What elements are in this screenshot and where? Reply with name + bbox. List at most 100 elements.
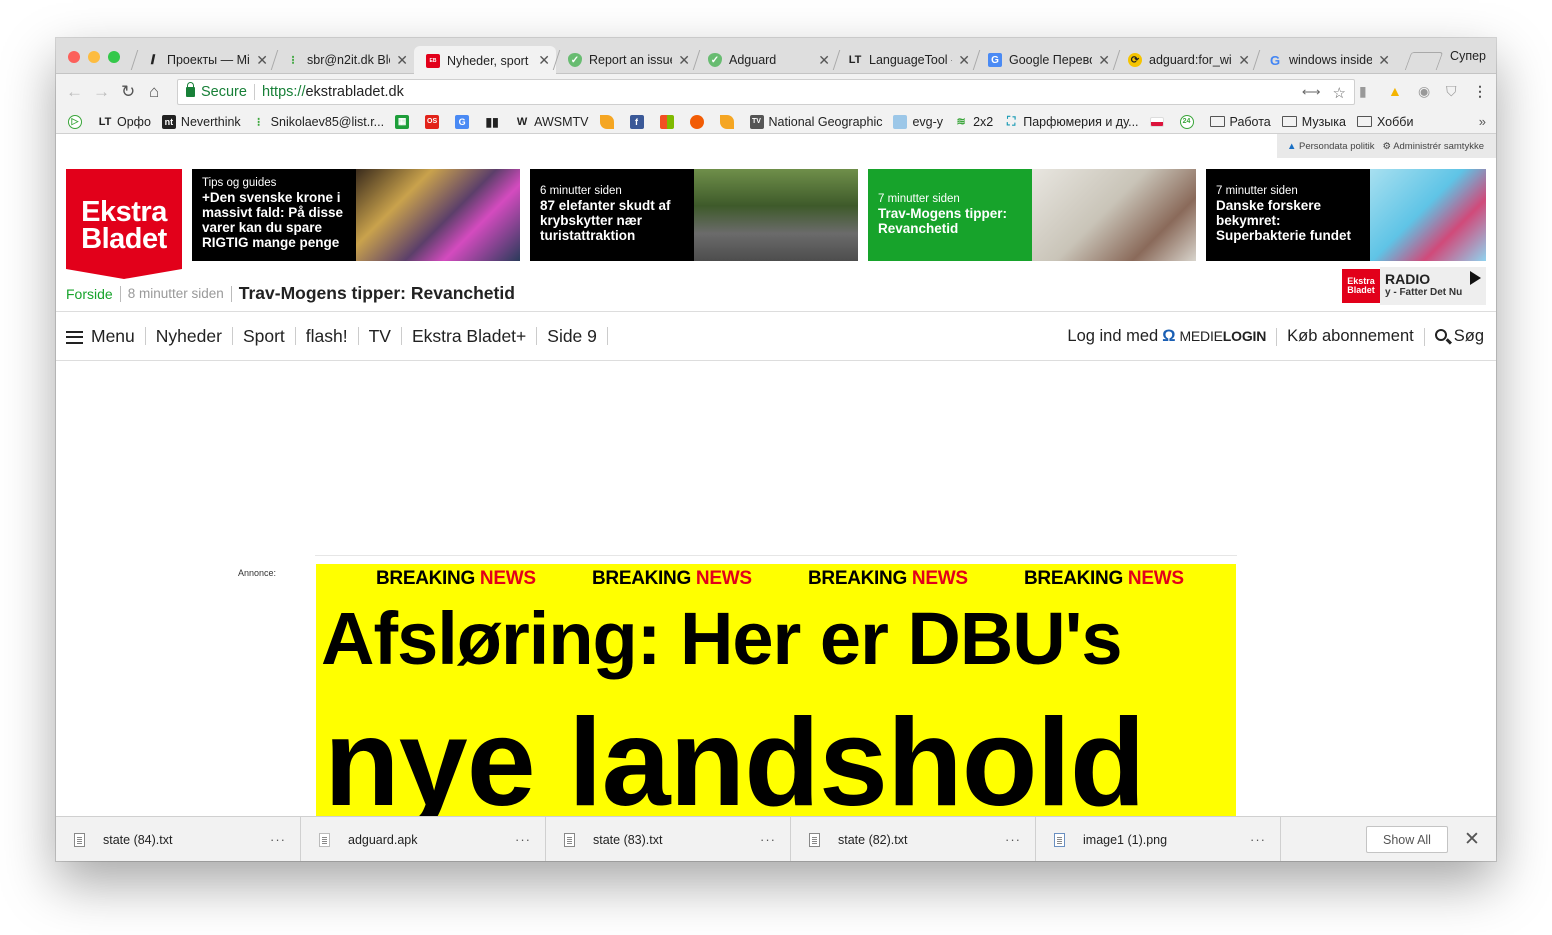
download-item[interactable]: image1 (1).png ···	[1036, 817, 1281, 861]
close-tab-icon[interactable]: ✕	[818, 52, 830, 69]
translate-icon[interactable]: ⟷	[1302, 84, 1321, 102]
breadcrumb-home-link[interactable]: Forside	[66, 286, 113, 302]
minimize-window-button[interactable]	[88, 51, 100, 63]
bookmark-star-icon[interactable]: ☆	[1333, 84, 1346, 102]
tab-3[interactable]: ✓ Report an issue ✕	[552, 46, 696, 74]
bookmark-item[interactable]	[599, 114, 619, 129]
ekstrabladet-logo[interactable]: Ekstra Bladet	[66, 169, 182, 279]
close-tab-icon[interactable]: ✕	[538, 52, 550, 69]
radio-player[interactable]: Ekstra Bladet RADIO y - Fatter Det Nu	[1342, 267, 1486, 305]
reload-icon[interactable]: ↻	[121, 82, 135, 102]
teaser-card[interactable]: Tips og guides +Den svenske krone i mass…	[192, 169, 520, 261]
breadcrumb-article-link[interactable]: Trav-Mogens tipper: Revanchetid	[239, 283, 515, 304]
tab-5[interactable]: LT LanguageTool - ✕	[832, 46, 976, 74]
bookmark-item[interactable]: ▦	[395, 114, 414, 129]
nav-item-nyheder[interactable]: Nyheder	[146, 327, 233, 345]
tab-8[interactable]: G windows inside ✕	[1252, 46, 1396, 74]
bookmark-item[interactable]: evg-y	[893, 114, 943, 129]
close-tab-icon[interactable]: ✕	[1378, 52, 1390, 69]
teaser-headline: Trav-Mogens tipper: Revanchetid	[878, 206, 1008, 236]
bookmark-item[interactable]	[659, 114, 679, 129]
bookmark-item[interactable]: nt Neverthink	[161, 114, 241, 129]
new-tab-button[interactable]	[1404, 52, 1444, 70]
bookmark-item[interactable]: TV National Geographic	[749, 114, 882, 129]
close-tab-icon[interactable]: ✕	[1238, 52, 1250, 69]
text-file-icon	[564, 832, 575, 847]
close-window-button[interactable]	[68, 51, 80, 63]
google-drive-icon[interactable]: ▲	[1388, 83, 1402, 99]
zoom-window-button[interactable]	[108, 51, 120, 63]
bookmarks-bar: ▷ LT Орфо nt Neverthink ⁝ Snikolaev85@list.…	[56, 110, 1496, 134]
advertisement-banner[interactable]: BREAKING NEWS BREAKING NEWS BREAKING NEW…	[316, 564, 1236, 816]
home-icon[interactable]: ⌂	[149, 82, 159, 102]
gear-icon: ⚙	[1382, 140, 1392, 152]
teaser-image	[694, 169, 858, 261]
bookmarks-overflow-button[interactable]: »	[1479, 114, 1486, 129]
bookmark-item[interactable]	[1149, 116, 1169, 127]
profile-button[interactable]: Супер	[1450, 49, 1486, 63]
back-arrow-icon[interactable]: ←	[66, 82, 83, 102]
bookmark-item[interactable]: ▷	[68, 114, 87, 129]
close-tab-icon[interactable]: ✕	[256, 52, 268, 69]
bookmark-item[interactable]: W AWSMTV	[515, 115, 589, 129]
download-item[interactable]: state (83).txt ···	[546, 817, 791, 861]
tab-6[interactable]: G Google Перевод ✕	[972, 46, 1116, 74]
nav-item-sport[interactable]: Sport	[233, 327, 296, 345]
nav-item-tv[interactable]: TV	[359, 327, 402, 345]
more-options-icon[interactable]: ···	[1250, 832, 1266, 847]
tab-2-active[interactable]: EB Nyheder, sport ✕	[414, 46, 556, 75]
more-options-icon[interactable]: ···	[270, 832, 286, 847]
search-button[interactable]: Søg	[1434, 327, 1484, 346]
tab-0[interactable]: 𝑰 Проекты — Mi ✕	[130, 46, 274, 74]
facebook-icon: f	[629, 114, 644, 129]
bookmark-item[interactable]: f	[629, 114, 649, 129]
nav-item-flash[interactable]: flash!	[296, 327, 359, 345]
address-bar[interactable]: Secure https:// ekstrabladet.dk ⟷ ☆	[177, 79, 1355, 105]
forward-arrow-icon[interactable]: →	[93, 82, 110, 102]
download-item[interactable]: state (84).txt ···	[56, 817, 301, 861]
bookmark-item[interactable]: ≋ 2x2	[954, 115, 993, 129]
close-icon[interactable]: ✕	[1464, 828, 1480, 851]
teaser-card[interactable]: 7 minutter siden Danske forskere bekymre…	[1206, 169, 1486, 261]
close-tab-icon[interactable]: ✕	[396, 52, 408, 69]
tab-1[interactable]: ⁝ sbr@n2it.dk Blc ✕	[270, 46, 414, 74]
tab-strip: 𝑰 Проекты — Mi ✕ ⁝ sbr@n2it.dk Blc ✕ EB …	[56, 38, 1496, 75]
nav-item-side9[interactable]: Side 9	[537, 327, 608, 345]
extension-circle-icon[interactable]: ◉	[1418, 83, 1430, 100]
teaser-card[interactable]: 6 minutter siden 87 elefanter skudt af k…	[530, 169, 858, 261]
close-tab-icon[interactable]: ✕	[678, 52, 690, 69]
nav-item-ekstrabladet-plus[interactable]: Ekstra Bladet+	[402, 327, 538, 345]
close-tab-icon[interactable]: ✕	[958, 52, 970, 69]
bookmark-item[interactable]: ▮▮	[485, 115, 504, 129]
bookmark-item[interactable]: 24	[1179, 114, 1199, 129]
bookmark-folder[interactable]: Музыка	[1281, 115, 1346, 129]
adguard-extension-icon[interactable]: ⛉	[1446, 83, 1457, 100]
download-item[interactable]: state (82).txt ···	[791, 817, 1036, 861]
close-tab-icon[interactable]: ✕	[1098, 52, 1110, 69]
subscribe-link[interactable]: Køb abonnement	[1287, 327, 1414, 346]
tab-7[interactable]: ⟳ adguard:for_win ✕	[1112, 46, 1256, 74]
tab-4[interactable]: ✓ Adguard ✕	[692, 46, 836, 74]
more-options-icon[interactable]: ···	[760, 832, 776, 847]
bookmark-item[interactable]: ⁝ Snikolaev85@list.r...	[252, 115, 384, 129]
login-link[interactable]: Log ind med Ω MEDIELOGIN	[1067, 327, 1266, 346]
more-options-icon[interactable]: ···	[1005, 832, 1021, 847]
play-icon[interactable]	[1470, 271, 1481, 285]
bookmark-item[interactable]: G	[455, 114, 474, 129]
bookmark-folder[interactable]: Хобби	[1356, 115, 1413, 129]
bookmark-item[interactable]: LT Орфо	[98, 115, 151, 129]
privacy-policy-link[interactable]: ▲ Persondata politik	[1287, 141, 1375, 152]
extension-mic-icon[interactable]: ▮	[1359, 83, 1367, 100]
bookmark-item[interactable]: OS	[425, 114, 444, 129]
bookmark-folder[interactable]: Работа	[1209, 115, 1271, 129]
more-options-icon[interactable]: ···	[515, 832, 531, 847]
menu-kebab-icon[interactable]: ⋮	[1473, 83, 1487, 100]
menu-button[interactable]: Menu	[66, 327, 146, 345]
show-all-button[interactable]: Show All	[1366, 826, 1448, 853]
bookmark-item[interactable]: ⛶ Парфюмерия и ду...	[1004, 114, 1139, 129]
consent-link[interactable]: ⚙ Administrér samtykke	[1383, 141, 1484, 152]
bookmark-item[interactable]	[719, 114, 739, 129]
teaser-card[interactable]: 7 minutter siden Trav-Mogens tipper: Rev…	[868, 169, 1196, 261]
download-item[interactable]: adguard.apk ···	[301, 817, 546, 861]
bookmark-item[interactable]	[689, 114, 709, 129]
